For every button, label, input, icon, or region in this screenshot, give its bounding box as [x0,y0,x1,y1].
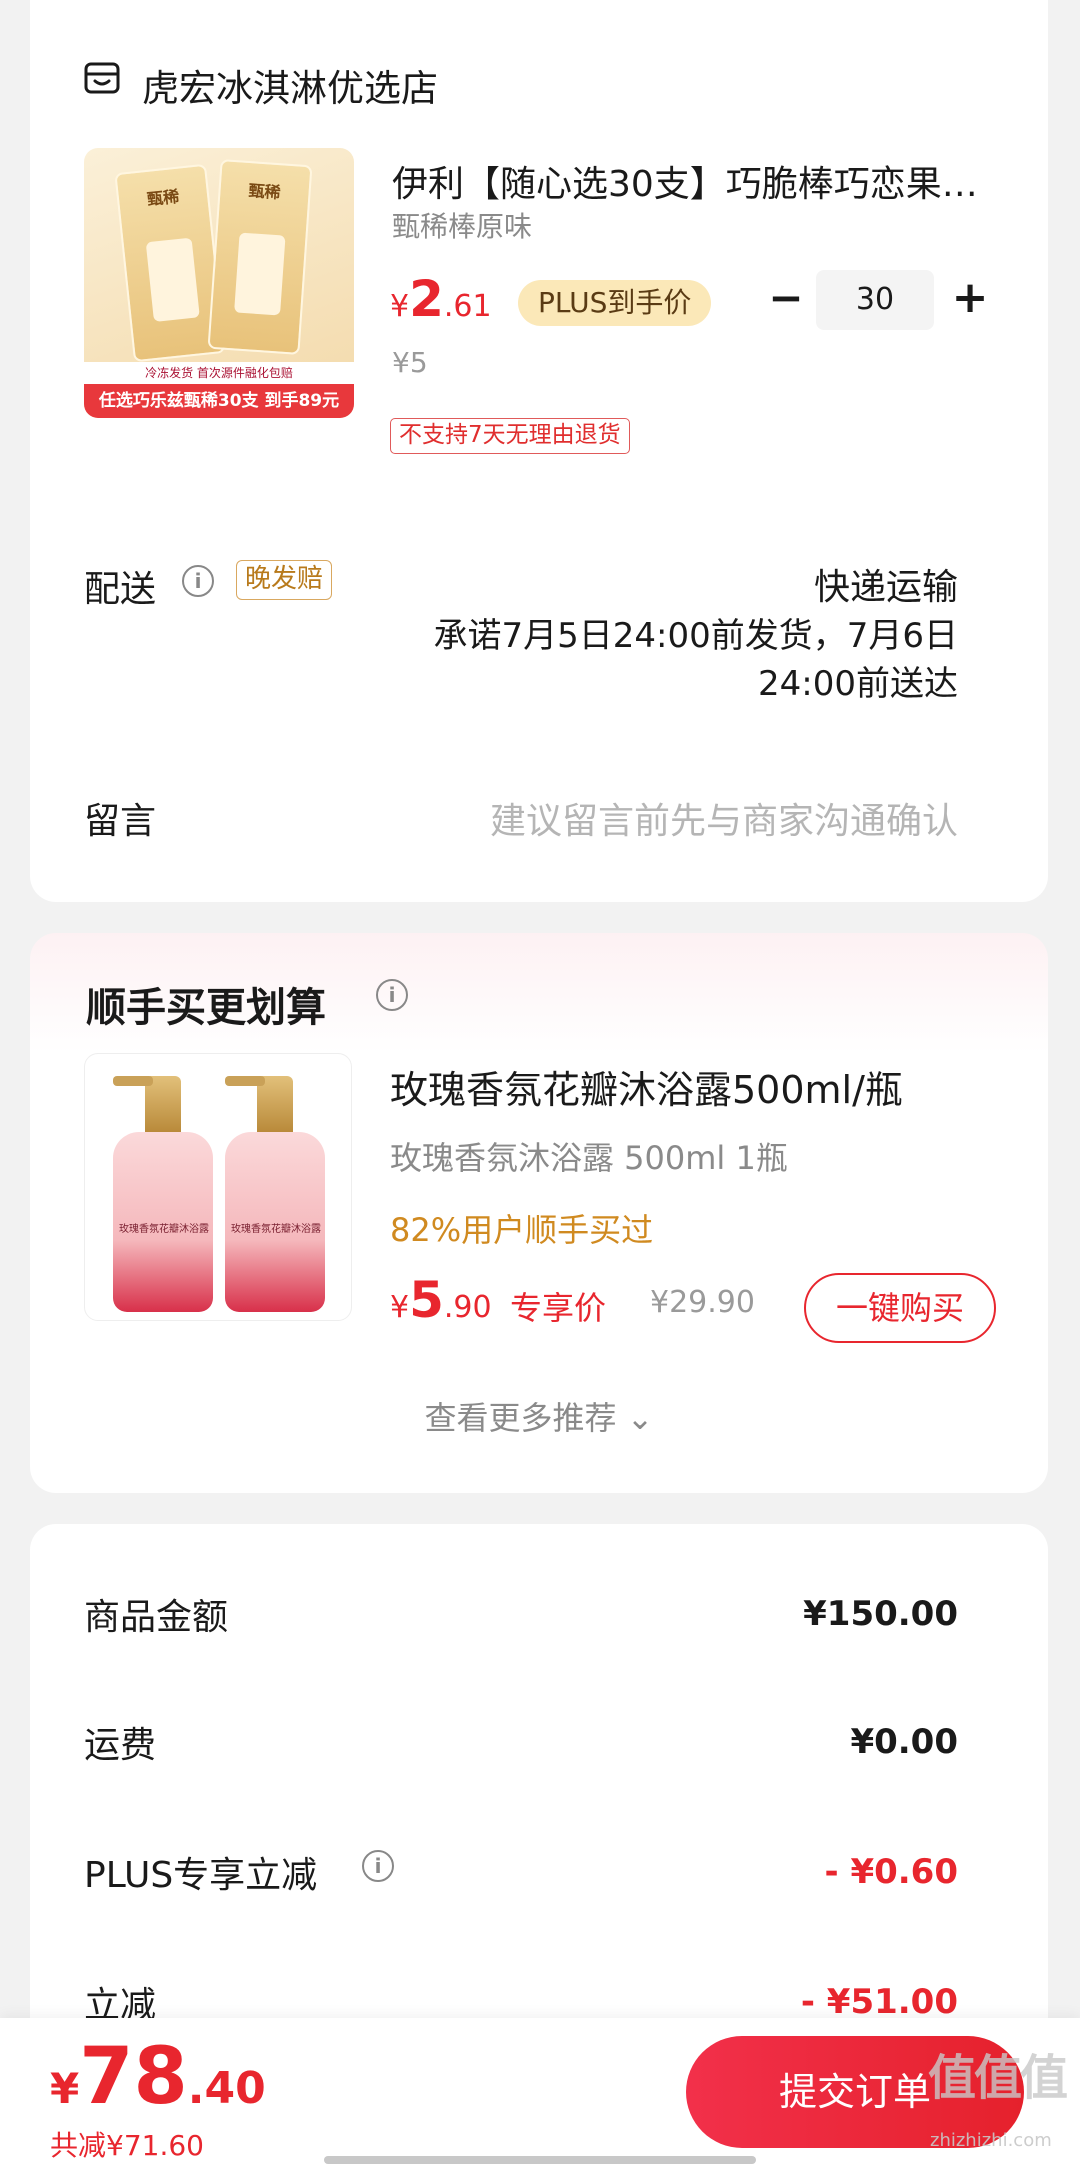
social-proof-text: 82%用户顺手买过 [390,1211,654,1249]
summary-row-shipping: 运费 ¥0.00 [84,1716,958,1766]
recommend-price: ¥5.90 [390,1271,492,1329]
summary-value: - ¥51.00 [800,1982,958,2022]
price-integer: 2 [409,270,444,328]
message-label: 留言 [84,801,157,842]
bottle-graphic: 玫瑰香氛花瓣沐浴露 [225,1076,325,1312]
package-brand: 甄稀 [146,186,181,209]
delivery-promise: 承诺7月5日24:00前发货，7月6日24:00前送达 [433,616,958,704]
late-delivery-tag[interactable]: 晚发赔 [236,560,333,600]
quantity-decrease-button[interactable]: − [766,270,806,330]
bottle-label: 玫瑰香氛花瓣沐浴露 [231,1224,321,1235]
plus-price-tag: PLUS到手价 [518,280,712,326]
summary-value: - ¥0.60 [824,1852,959,1892]
total-saved[interactable]: 共减¥71.60 [50,2124,204,2164]
info-icon[interactable]: i [362,1850,394,1882]
summary-value: ¥150.00 [803,1594,958,1634]
more-recommendations-link[interactable]: 查看更多推荐 ⌄ [30,1393,1048,1439]
one-click-buy-button[interactable]: 一键购买 [804,1273,996,1343]
summary-label: 运费 [84,1725,157,1766]
exclusive-price-label: 专享价 [510,1289,607,1327]
store-order-card: 虎宏冰淇淋优选店 甄稀 甄稀 冷冻发货 首次源件融化包赔 任选巧乐兹甄稀30支 … [30,0,1048,902]
product-title[interactable]: 伊利【随心选30支】巧脆棒巧恋果… [392,155,1002,207]
summary-row-plus-discount: PLUS专享立减 i - ¥0.60 [84,1846,958,1896]
quantity-increase-button[interactable]: + [948,270,992,330]
original-price: ¥5 [392,346,428,379]
price-integer: 5 [409,1271,444,1329]
delivery-method[interactable]: 快递运输 [814,558,958,610]
price-decimal: .40 [187,2063,266,2114]
price-symbol: ¥ [390,289,410,324]
price-symbol: ¥ [390,1290,410,1325]
product-price: ¥2.61 [390,270,492,328]
return-policy-tag: 不支持7天无理由退货 [390,418,630,454]
summary-label: PLUS专享立减 [84,1855,318,1896]
recommend-product-name[interactable]: 玫瑰香氛花瓣沐浴露500ml/瓶 [390,1059,903,1114]
price-decimal: .90 [443,1290,492,1325]
watermark-logo: 值值值 [928,2050,1068,2106]
info-icon[interactable]: i [376,979,408,1011]
store-icon [84,62,120,94]
image-promo-banner: 任选巧乐兹甄稀30支 到手89元 [84,384,354,418]
package-brand: 甄稀 [247,181,282,203]
home-indicator[interactable] [324,2156,756,2164]
product-spec[interactable]: 甄稀棒原味 [392,205,532,245]
recommend-product-image[interactable]: 玫瑰香氛花瓣沐浴露 玫瑰香氛花瓣沐浴露 [84,1053,352,1321]
delivery-label: 配送 [84,569,157,610]
package-graphic: 甄稀 [207,159,313,355]
store-name[interactable]: 虎宏冰淇淋优选店 [142,58,438,112]
summary-row-goods: 商品金额 ¥150.00 [84,1588,958,1638]
total-price: ¥78.40 [50,2032,266,2122]
price-symbol: ¥ [50,2064,80,2113]
watermark-url: zhizhizhi.com [930,2130,1052,2151]
summary-value: ¥0.00 [850,1722,958,1762]
quantity-input[interactable]: 30 [816,270,934,330]
price-decimal: .61 [443,289,492,324]
bottle-graphic: 玫瑰香氛花瓣沐浴露 [113,1076,213,1312]
message-input[interactable]: 建议留言前先与商家沟通确认 [490,792,958,844]
bottle-label: 玫瑰香氛花瓣沐浴露 [119,1224,209,1235]
info-icon[interactable]: i [182,565,214,597]
image-strip-text: 冷冻发货 首次源件融化包赔 [84,362,354,384]
summary-label: 商品金额 [84,1597,229,1638]
recommendation-card: 顺手买更划算 i 玫瑰香氛花瓣沐浴露 玫瑰香氛花瓣沐浴露 玫瑰香氛花瓣沐浴露50… [30,933,1048,1493]
checkout-bar: ¥78.40 共减¥71.60 提交订单 值值值 zhizhizhi.com [0,2018,1080,2168]
price-integer: 78 [79,2032,188,2122]
recommend-product-spec: 玫瑰香氛沐浴露 500ml 1瓶 [390,1139,788,1177]
recommendation-title: 顺手买更划算 [86,985,326,1031]
recommend-original-price: ¥29.90 [650,1285,755,1320]
product-image[interactable]: 甄稀 甄稀 冷冻发货 首次源件融化包赔 任选巧乐兹甄稀30支 到手89元 [84,148,354,418]
